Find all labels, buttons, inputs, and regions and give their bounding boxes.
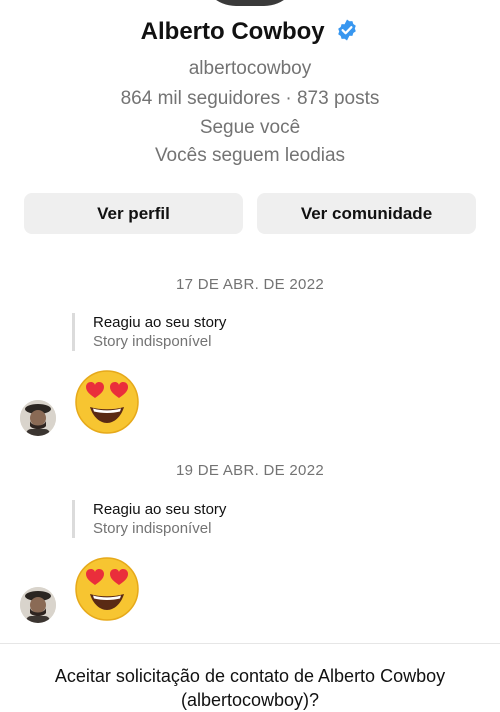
contact-request-line-1: Aceitar solicitação de contato de Albert… xyxy=(54,666,446,686)
message-date: 17 DE ABR. DE 2022 xyxy=(176,276,324,293)
contact-request-line-2: (albertocowboy)? xyxy=(180,690,320,710)
profile-name: Alberto Cowboy xyxy=(140,18,325,45)
follows-you-label: Segue você xyxy=(199,117,301,138)
profile-avatar-top[interactable] xyxy=(200,0,300,6)
heart-eyes-emoji-icon[interactable] xyxy=(74,556,140,622)
story-reply-title: Reagiu ao seu story xyxy=(93,501,227,518)
sender-avatar[interactable] xyxy=(20,587,56,623)
heart-eyes-emoji-icon[interactable] xyxy=(74,369,140,435)
sender-avatar[interactable] xyxy=(20,400,56,436)
verified-badge-icon xyxy=(335,18,359,49)
divider xyxy=(0,643,500,644)
profile-username: albertocowboy xyxy=(188,58,312,79)
story-reply-subtitle: Story indisponível xyxy=(93,520,212,537)
view-profile-button[interactable]: Ver perfil xyxy=(24,193,243,234)
story-reply[interactable]: Reagiu ao seu story Story indisponível xyxy=(72,313,393,351)
contact-request-prompt: Aceitar solicitação de contato de Albert… xyxy=(0,664,500,712)
story-reply-title: Reagiu ao seu story xyxy=(93,314,227,331)
mutual-follow-label: Vocês seguem leodias xyxy=(154,145,346,166)
story-reply-subtitle: Story indisponível xyxy=(93,333,212,350)
message-date: 19 DE ABR. DE 2022 xyxy=(176,462,324,479)
story-reply[interactable]: Reagiu ao seu story Story indisponível xyxy=(72,500,393,538)
profile-stats: 864 mil seguidores · 873 posts xyxy=(120,88,380,109)
profile-name-row: Alberto Cowboy xyxy=(0,18,500,49)
view-community-button[interactable]: Ver comunidade xyxy=(257,193,476,234)
